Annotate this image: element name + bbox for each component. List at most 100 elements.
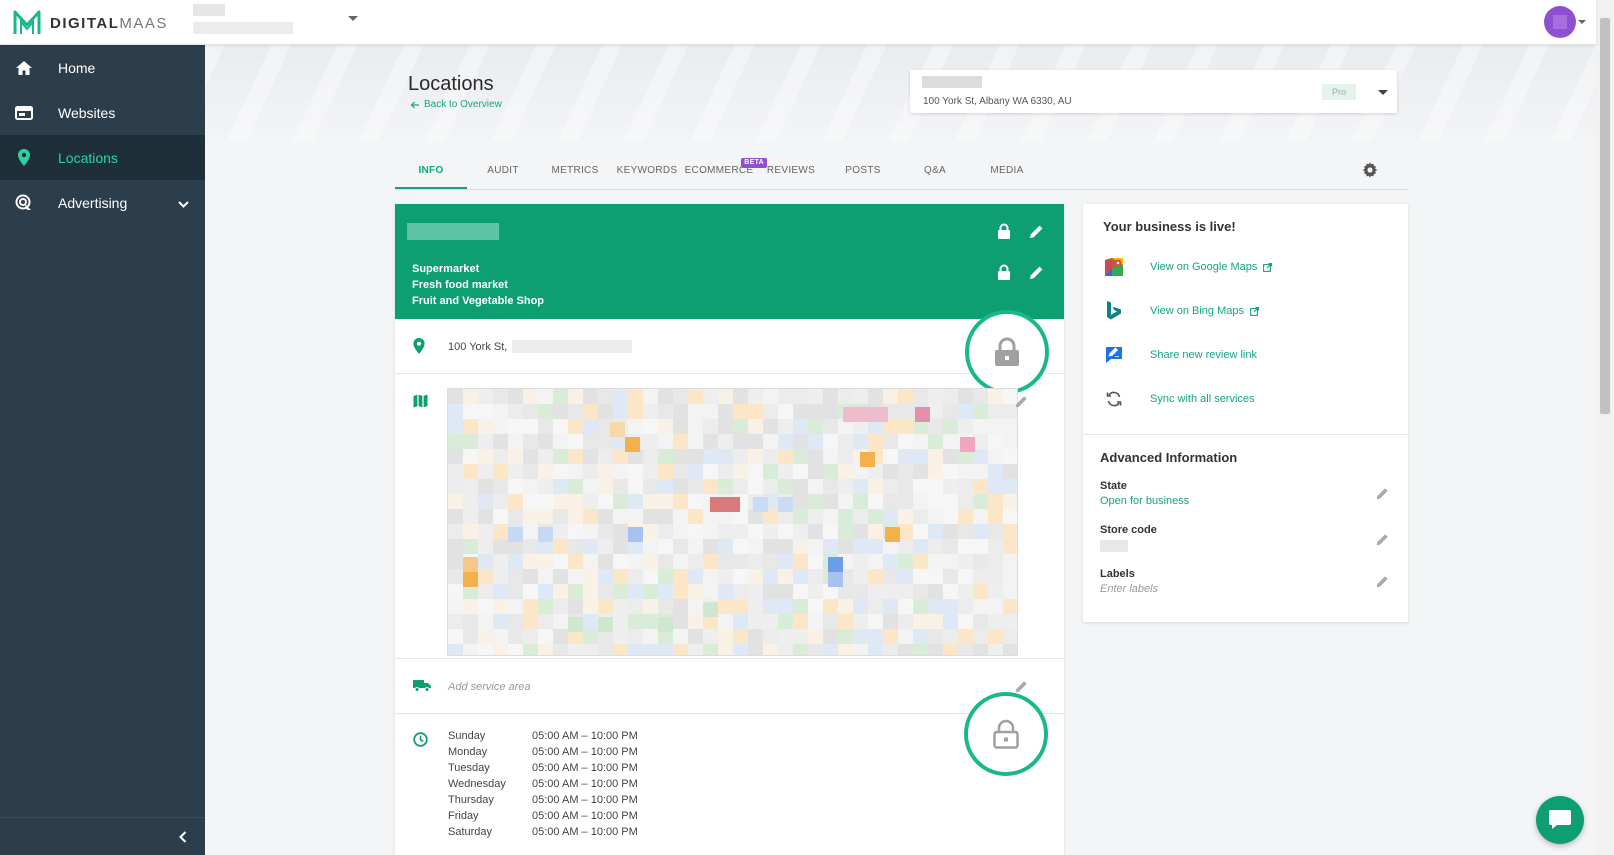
tab-ecommerce[interactable]: ECOMMERCE BETA xyxy=(683,156,767,189)
account-name-redacted xyxy=(193,4,225,16)
user-avatar[interactable] xyxy=(1544,6,1576,38)
business-categories: Supermarket Fresh food market Fruit and … xyxy=(412,261,544,309)
sidebar-item-advertising[interactable]: Advertising xyxy=(0,180,205,225)
store-code-field: Store code xyxy=(1100,524,1390,552)
advanced-info-title: Advanced Information xyxy=(1100,450,1238,465)
top-bar: DIGITALMAAS xyxy=(0,0,1596,45)
sidebar-item-label: Home xyxy=(58,59,96,76)
location-dropdown-caret-icon[interactable] xyxy=(1378,90,1388,95)
location-address: 100 York St, Albany WA 6330, AU xyxy=(923,96,1072,107)
hours-row: Friday 05:00 AM – 10:00 PM xyxy=(448,810,638,822)
page-scrollbar[interactable] xyxy=(1596,0,1614,855)
view-on-google-maps-link[interactable]: View on Google Maps xyxy=(1103,256,1273,278)
share-review-link[interactable]: Share new review link xyxy=(1103,344,1257,366)
share-review-link-label: Share new review link xyxy=(1150,349,1257,361)
state-value: Open for business xyxy=(1100,495,1190,507)
brand-logo[interactable]: DIGITALMAAS xyxy=(12,8,168,38)
map-row xyxy=(395,374,1064,659)
sync-all-services-link[interactable]: Sync with all services xyxy=(1103,388,1255,410)
tab-posts[interactable]: POSTS xyxy=(827,156,899,189)
websites-icon xyxy=(14,103,34,123)
category-secondary: Fruit and Vegetable Shop xyxy=(412,295,545,307)
service-area-placeholder: Add service area xyxy=(448,681,531,693)
back-link-label: Back to Overview xyxy=(424,99,502,110)
plan-badge: Pro xyxy=(1322,84,1356,100)
location-name-redacted xyxy=(922,76,982,88)
store-code-label: Store code xyxy=(1100,524,1157,536)
edit-name-pencil-icon[interactable] xyxy=(1028,223,1045,245)
chevron-left-icon xyxy=(179,830,187,843)
address-text: 100 York St, xyxy=(448,341,508,353)
chat-support-button[interactable] xyxy=(1536,796,1584,844)
map-icon xyxy=(413,394,428,413)
labels-placeholder: Enter labels xyxy=(1100,583,1159,595)
address-row: 100 York St, xyxy=(395,319,1064,374)
business-live-panel: Your business is live! View on Google Ma… xyxy=(1083,204,1408,622)
edit-state-pencil-icon[interactable] xyxy=(1375,486,1390,506)
hours-row: Wednesday 05:00 AM – 10:00 PM xyxy=(448,778,638,790)
arrow-left-icon xyxy=(410,101,419,108)
hours-lock-icon[interactable] xyxy=(964,692,1048,776)
back-to-overview-link[interactable]: Back to Overview xyxy=(410,99,502,110)
hours-row: Sunday 05:00 AM – 10:00 PM xyxy=(448,730,638,742)
category-primary: Supermarket xyxy=(412,263,480,275)
tab-metrics[interactable]: METRICS xyxy=(539,156,611,189)
settings-gear-icon[interactable] xyxy=(1362,162,1378,183)
store-code-redacted xyxy=(1100,540,1128,552)
labels-field: Labels Enter labels xyxy=(1100,568,1390,595)
labels-label: Labels xyxy=(1100,568,1135,580)
edit-categories-pencil-icon[interactable] xyxy=(1028,264,1045,286)
external-link-icon xyxy=(1250,306,1259,316)
logo-text: DIGITALMAAS xyxy=(50,14,168,32)
location-selector[interactable]: 100 York St, Albany WA 6330, AU Pro xyxy=(910,70,1397,113)
edit-map-pencil-icon[interactable] xyxy=(1014,394,1029,414)
sync-icon xyxy=(1103,388,1125,410)
location-pin-icon xyxy=(14,148,34,168)
tab-info[interactable]: INFO xyxy=(395,156,467,189)
business-name-redacted xyxy=(407,223,499,240)
external-link-icon xyxy=(1263,262,1273,272)
tab-media[interactable]: MEDIA xyxy=(971,156,1043,189)
delivery-truck-icon xyxy=(413,679,431,697)
hours-row: Monday 05:00 AM – 10:00 PM xyxy=(448,746,638,758)
category-secondary: Fresh food market xyxy=(412,279,508,291)
clock-icon xyxy=(413,732,428,752)
google-maps-icon xyxy=(1103,256,1125,278)
address-redacted xyxy=(512,340,632,353)
hours-row: Tuesday 05:00 AM – 10:00 PM xyxy=(448,762,638,774)
sidebar-item-websites[interactable]: Websites xyxy=(0,90,205,135)
location-map[interactable] xyxy=(447,388,1018,656)
edit-store-code-pencil-icon[interactable] xyxy=(1375,532,1390,552)
lock-icon[interactable] xyxy=(997,223,1011,245)
tab-audit[interactable]: AUDIT xyxy=(467,156,539,189)
sidebar-item-locations[interactable]: Locations xyxy=(0,135,205,180)
account-switcher-caret-icon[interactable] xyxy=(348,16,358,21)
opening-hours-list: Sunday 05:00 AM – 10:00 PM Monday 05:00 AM… xyxy=(448,728,638,840)
sidebar-collapse-button[interactable] xyxy=(0,817,205,855)
scrollbar-thumb[interactable] xyxy=(1600,18,1610,414)
state-label: State xyxy=(1100,480,1127,492)
account-subtitle-redacted xyxy=(193,22,293,34)
hours-row: Saturday 05:00 AM – 10:00 PM xyxy=(448,826,638,838)
sidebar-item-home[interactable]: Home xyxy=(0,45,205,90)
sidebar-item-label: Locations xyxy=(58,149,118,166)
sidebar-item-label: Advertising xyxy=(58,194,128,211)
user-menu-caret-icon[interactable] xyxy=(1578,20,1586,24)
view-on-bing-maps-link[interactable]: View on Bing Maps xyxy=(1103,300,1259,322)
google-maps-link-label: View on Google Maps xyxy=(1150,261,1258,273)
bing-icon xyxy=(1103,300,1125,322)
edit-labels-pencil-icon[interactable] xyxy=(1375,574,1390,594)
section-divider xyxy=(1083,434,1408,435)
service-area-row[interactable]: Add service area xyxy=(395,659,1064,714)
tab-reviews[interactable]: REVIEWS xyxy=(755,156,827,189)
tab-qa[interactable]: Q&A xyxy=(899,156,971,189)
advertising-icon xyxy=(14,193,34,213)
logo-icon xyxy=(13,10,41,34)
page-title: Locations xyxy=(408,73,494,95)
hours-row: Thursday 05:00 AM – 10:00 PM xyxy=(448,794,638,806)
lock-icon[interactable] xyxy=(997,264,1011,286)
tab-keywords[interactable]: KEYWORDS xyxy=(611,156,683,189)
review-link-icon xyxy=(1103,344,1125,366)
business-info-card: Supermarket Fresh food market Fruit and … xyxy=(395,204,1064,855)
bing-maps-link-label: View on Bing Maps xyxy=(1150,305,1244,317)
